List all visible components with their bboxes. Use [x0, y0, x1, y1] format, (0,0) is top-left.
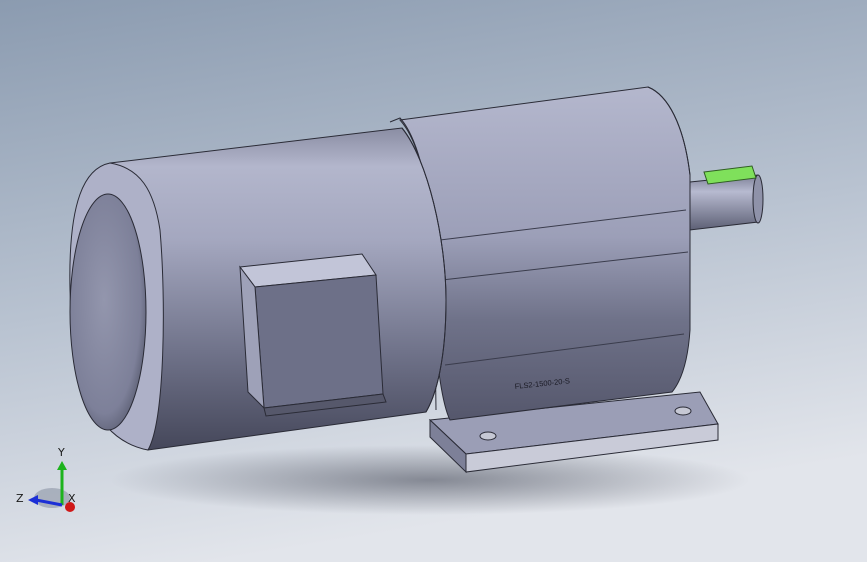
mounting-hole	[674, 406, 692, 416]
3d-viewport[interactable]: FLS2-1500-20-S Y Z X	[0, 0, 867, 562]
mounting-hole	[479, 431, 497, 441]
terminal-box[interactable]	[239, 253, 387, 417]
x-axis-label: X	[68, 492, 76, 505]
z-axis-label: Z	[16, 492, 24, 505]
y-axis-label: Y	[57, 446, 65, 459]
floor-shadow	[110, 445, 750, 515]
